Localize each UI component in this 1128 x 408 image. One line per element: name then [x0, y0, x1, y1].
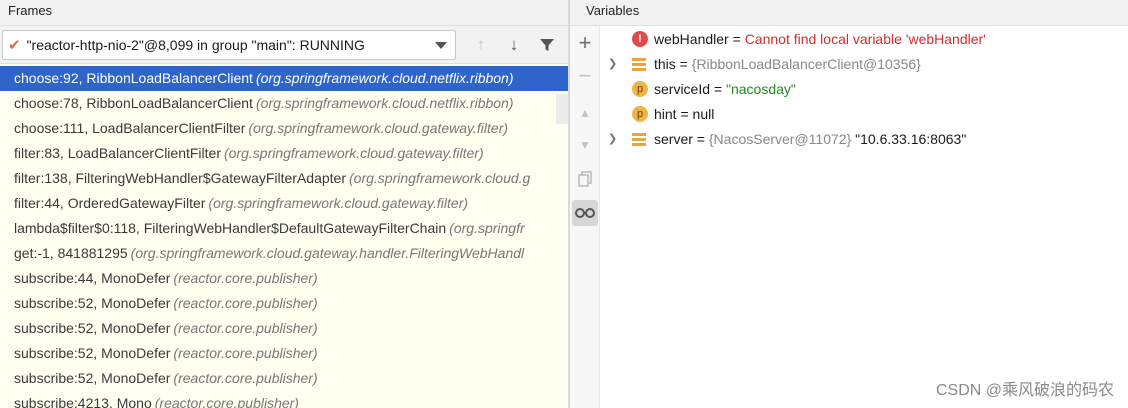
- variable-name: webHandler: [654, 31, 729, 47]
- expand-chevron-icon[interactable]: ❯: [608, 52, 617, 77]
- frame-method: subscribe:52, MonoDefer: [14, 295, 171, 311]
- frame-method: choose:78, RibbonLoadBalancerClient: [14, 95, 253, 111]
- variable-name: hint: [654, 106, 677, 122]
- frame-method: subscribe:52, MonoDefer: [14, 370, 171, 386]
- parameter-icon: p: [632, 81, 648, 97]
- frame-method: subscribe:52, MonoDefer: [14, 320, 171, 336]
- add-watch-plus-icon[interactable]: +: [572, 30, 598, 56]
- stack-frame-list: choose:92, RibbonLoadBalancerClient (org.…: [0, 66, 568, 408]
- frame-method: filter:138, FilteringWebHandler$GatewayF…: [14, 170, 347, 186]
- variable-value-extra: "10.6.33.16:8063": [851, 131, 967, 147]
- variable-equals: =: [710, 81, 726, 97]
- variable-equals: =: [728, 31, 745, 47]
- stack-frame-row[interactable]: choose:111, LoadBalancerClientFilter (org…: [0, 116, 568, 141]
- frame-package: (org.springframework.cloud.netflix.ribbo…: [255, 95, 514, 111]
- stack-frame-row[interactable]: subscribe:52, MonoDefer (reactor.core.pub…: [0, 341, 568, 366]
- variable-value: {NacosServer@11072}: [708, 131, 852, 147]
- frame-package: (org.springframework.cloud.gateway.handl…: [130, 245, 525, 261]
- variable-name: server: [654, 131, 693, 147]
- filter-frames-funnel-icon[interactable]: [536, 34, 558, 56]
- stack-frame-row[interactable]: filter:83, LoadBalancerClientFilter (org.…: [0, 141, 568, 166]
- remove-watch-minus-icon[interactable]: −: [572, 63, 598, 89]
- stack-frame-row[interactable]: filter:44, OrderedGatewayFilter (org.spri…: [0, 191, 568, 216]
- frame-method: filter:44, OrderedGatewayFilter: [14, 195, 206, 211]
- variable-equals: =: [676, 106, 693, 122]
- next-frame-down-arrow-icon[interactable]: ↓: [503, 34, 525, 56]
- error-icon: !: [632, 31, 648, 47]
- frame-method: subscribe:44, MonoDefer: [14, 270, 171, 286]
- stack-frame-row[interactable]: subscribe:52, MonoDefer (reactor.core.pub…: [0, 316, 568, 341]
- stack-frame-row[interactable]: subscribe:4213, Mono (reactor.core.publis…: [0, 391, 568, 408]
- frame-package: (org.springframework.cloud.netflix.ribbo…: [255, 70, 514, 86]
- variable-row[interactable]: ❯ this = {RibbonLoadBalancerClient@10356}: [600, 52, 1128, 77]
- variable-row[interactable]: ❯ server = {NacosServer@11072} "10.6.33.1…: [600, 127, 1128, 152]
- frame-package: (reactor.core.publisher): [173, 345, 318, 361]
- thread-running-check-icon: ✔: [8, 37, 21, 54]
- field-icon: [632, 133, 646, 146]
- frame-package: (org.springframework.cloud.gateway.filte…: [208, 195, 469, 211]
- frame-method: choose:92, RibbonLoadBalancerClient: [14, 70, 253, 86]
- variables-side-toolbar: + − ▲ ▼: [570, 26, 600, 408]
- copy-watch-icon[interactable]: [572, 166, 598, 192]
- stack-frame-row[interactable]: subscribe:44, MonoDefer (reactor.core.pub…: [0, 266, 568, 291]
- frame-package: (org.springfr: [449, 220, 525, 236]
- expand-chevron-icon[interactable]: ❯: [608, 127, 617, 152]
- watermark: CSDN @乘风破浪的码农: [935, 382, 1114, 399]
- stack-frame-row[interactable]: choose:92, RibbonLoadBalancerClient (org.…: [0, 66, 568, 91]
- stack-frame-row[interactable]: subscribe:52, MonoDefer (reactor.core.pub…: [0, 366, 568, 391]
- stack-frame-row[interactable]: choose:78, RibbonLoadBalancerClient (org.…: [0, 91, 568, 116]
- frame-method: lambda$filter$0:118, FilteringWebHandler…: [14, 220, 447, 236]
- thread-selector-value: "reactor-http-nio-2"@8,099 in group "mai…: [26, 37, 365, 53]
- frame-method: filter:83, LoadBalancerClientFilter: [14, 145, 221, 161]
- variable-equals: =: [675, 56, 692, 72]
- frame-package: (reactor.core.publisher): [173, 320, 318, 336]
- variable-value: "nacosday": [726, 81, 796, 97]
- variables-panel-title: Variables: [570, 0, 1128, 26]
- stack-frame-row[interactable]: subscribe:52, MonoDefer (reactor.core.pub…: [0, 291, 568, 316]
- previous-frame-up-arrow-icon[interactable]: ↑: [470, 34, 492, 56]
- frame-package: (reactor.core.publisher): [173, 295, 318, 311]
- parameter-icon: p: [632, 106, 648, 122]
- variable-name: this: [654, 56, 676, 72]
- frame-method: subscribe:4213, Mono: [14, 395, 152, 408]
- frame-method: get:-1, 841881295: [14, 245, 128, 261]
- frame-list-scrollbar[interactable]: [556, 94, 568, 124]
- show-watches-glasses-icon[interactable]: [572, 200, 598, 226]
- frames-panel-title: Frames: [0, 0, 568, 26]
- frame-method: choose:111, LoadBalancerClientFilter: [14, 120, 246, 136]
- stack-frame-row[interactable]: get:-1, 841881295 (org.springframework.cl…: [0, 241, 568, 266]
- variable-row[interactable]: p serviceId = "nacosday": [600, 77, 1128, 102]
- variable-name: serviceId: [654, 81, 711, 97]
- field-icon: [632, 58, 646, 71]
- variable-row[interactable]: ! webHandler = Cannot find local variable…: [600, 27, 1128, 52]
- frame-package: (org.springframework.cloud.gateway.filte…: [248, 120, 509, 136]
- frame-package: (reactor.core.publisher): [154, 395, 299, 408]
- variable-row[interactable]: p hint = null: [600, 102, 1128, 127]
- move-down-triangle-icon[interactable]: ▼: [572, 132, 598, 158]
- thread-selector-dropdown[interactable]: ✔ "reactor-http-nio-2"@8,099 in group "m…: [2, 30, 456, 60]
- frame-package: (reactor.core.publisher): [173, 370, 318, 386]
- frame-package: (org.springframework.cloud.g: [349, 170, 531, 186]
- move-up-triangle-icon[interactable]: ▲: [572, 100, 598, 126]
- stack-frame-row[interactable]: lambda$filter$0:118, FilteringWebHandler…: [0, 216, 568, 241]
- thread-toolbar: ✔ "reactor-http-nio-2"@8,099 in group "m…: [0, 26, 568, 64]
- dropdown-caret-icon: [435, 42, 447, 49]
- frame-method: subscribe:52, MonoDefer: [14, 345, 171, 361]
- variable-value: null: [692, 106, 715, 122]
- frame-package: (reactor.core.publisher): [173, 270, 318, 286]
- stack-frame-row[interactable]: filter:138, FilteringWebHandler$GatewayF…: [0, 166, 568, 191]
- variables-tree: ! webHandler = Cannot find local variable…: [600, 27, 1128, 152]
- variable-value: {RibbonLoadBalancerClient@10356}: [691, 56, 921, 72]
- frame-package: (org.springframework.cloud.gateway.filte…: [224, 145, 484, 161]
- variable-value: Cannot find local variable 'webHandler': [744, 31, 986, 47]
- frames-panel: Frames ✔ "reactor-http-nio-2"@8,099 in g…: [0, 0, 568, 408]
- variable-equals: =: [692, 131, 709, 147]
